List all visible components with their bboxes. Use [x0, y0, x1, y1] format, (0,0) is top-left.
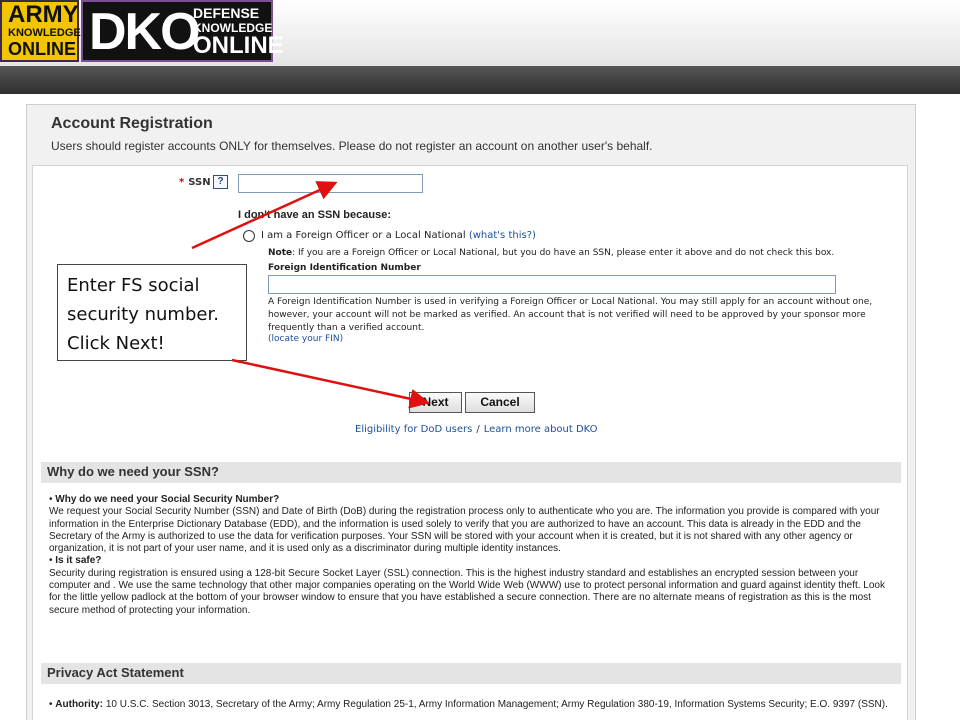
required-marker: * [179, 177, 185, 188]
why-question-text: Why do we need your Social Security Numb… [55, 494, 280, 505]
learn-more-link[interactable]: Learn more about DKO [484, 424, 598, 435]
registration-form: * SSN ? I don't have an SSN because: I am… [32, 165, 908, 720]
whats-this-link[interactable]: (what's this?) [469, 230, 536, 241]
next-button[interactable]: Next [409, 392, 462, 413]
safe-answer: Security during registration is ensured … [49, 567, 885, 616]
footer-links: Eligibility for DoD users / Learn more abo… [355, 424, 598, 435]
authority-text: 10 U.S.C. Section 3013, Secretary of the… [105, 699, 888, 710]
cancel-button[interactable]: Cancel [465, 392, 535, 413]
account-registration-panel: Account Registration Users should regist… [26, 104, 916, 720]
logo-online-text: ONLINE [8, 39, 77, 59]
defense-knowledge-online-logo[interactable]: DKO DEFENSE KNOWLEDGE ONLINE [81, 0, 284, 62]
foreign-officer-label-text: I am a Foreign Officer or a Local Nation… [261, 230, 466, 241]
callout-line-3: Click Next! [67, 333, 165, 354]
instruction-callout: Enter FS social security number. Click N… [57, 264, 247, 361]
privacy-act-heading: Privacy Act Statement [41, 663, 901, 684]
foreign-officer-note: Note: If you are a Foreign Officer or Lo… [268, 248, 834, 258]
why-ssn-content: • Why do we need your Social Security Nu… [49, 494, 889, 617]
site-header: ARMY KNOWLEDGE ONLINE DKO DEFENSE KNOWLE… [0, 0, 960, 66]
header-nav-bar [0, 66, 960, 94]
callout-line-1: Enter FS social [67, 275, 200, 296]
ssn-input[interactable] [238, 174, 423, 193]
help-icon[interactable]: ? [213, 175, 228, 189]
note-label: Note [268, 248, 293, 258]
note-text: : If you are a Foreign Officer or Local … [292, 248, 835, 258]
page-subtitle: Users should register accounts ONLY for … [51, 139, 653, 153]
army-knowledge-online-logo[interactable]: ARMY KNOWLEDGE ONLINE [0, 0, 81, 62]
why-answer: We request your Social Security Number (… [49, 506, 880, 555]
logo-dko-text: DKO [89, 3, 201, 61]
ssn-label: * SSN [179, 177, 211, 188]
why-ssn-heading: Why do we need your SSN? [41, 462, 901, 483]
why-question: • Why do we need your Social Security Nu… [49, 494, 280, 505]
privacy-act-content: • Authority: 10 U.S.C. Section 3013, Sec… [49, 699, 888, 710]
fin-input[interactable] [268, 275, 836, 294]
link-separator: / [476, 424, 480, 435]
no-ssn-heading: I don't have an SSN because: [238, 209, 391, 221]
ssn-label-text: SSN [188, 177, 211, 188]
authority-label: Authority: [55, 699, 104, 710]
foreign-officer-label: I am a Foreign Officer or a Local Nation… [261, 230, 536, 241]
eligibility-link[interactable]: Eligibility for DoD users [355, 424, 472, 435]
callout-line-2: security number. [67, 304, 219, 325]
logo-defense-text: DEFENSE [193, 5, 260, 21]
logo-online-text: ONLINE [193, 32, 284, 59]
logo-army-text: ARMY [8, 1, 79, 28]
foreign-officer-radio[interactable] [243, 230, 255, 242]
fin-label: Foreign Identification Number [268, 263, 421, 273]
safe-question: • Is it safe? [49, 555, 102, 567]
fin-description: A Foreign Identification Number is used … [268, 297, 873, 333]
logo-knowledge-text: KNOWLEDGE [8, 27, 81, 39]
locate-fin-link[interactable]: (locate your FIN) [268, 334, 343, 344]
safe-question-text: Is it safe? [55, 555, 102, 567]
page-title: Account Registration [51, 115, 213, 132]
